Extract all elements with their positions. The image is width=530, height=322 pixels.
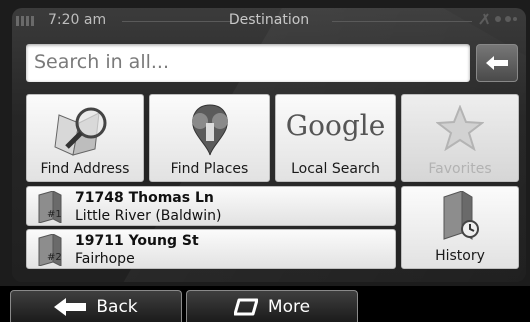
- backspace-arrow-icon: [486, 56, 508, 70]
- more-label: More: [267, 296, 311, 317]
- back-label: Back: [96, 296, 138, 317]
- svg-text:#2: #2: [47, 252, 62, 263]
- find-places-button[interactable]: Find Places: [149, 94, 270, 182]
- history-item[interactable]: #2 19711 Young St Fairhope: [26, 229, 396, 269]
- search-input[interactable]: Search in all...: [26, 44, 470, 82]
- bottom-bar: Back More: [0, 286, 530, 322]
- history-city: Little River (Baldwin): [75, 208, 222, 224]
- places-pin-icon: [191, 104, 228, 156]
- history-street: 71748 Thomas Ln: [75, 190, 214, 206]
- back-button[interactable]: Back: [10, 290, 182, 322]
- local-search-label: Local Search: [291, 161, 380, 177]
- local-search-button[interactable]: Google Local Search: [275, 94, 396, 182]
- history-city: Fairhope: [75, 251, 135, 267]
- back-arrow-icon: [54, 297, 87, 316]
- more-icon: [233, 298, 258, 315]
- destination-panel: 7:20 am Destination Search in all... Fin…: [12, 8, 526, 282]
- favorites-button[interactable]: Favorites: [401, 94, 519, 182]
- find-address-label: Find Address: [40, 161, 130, 177]
- find-places-label: Find Places: [170, 161, 249, 177]
- history-item[interactable]: #1 71748 Thomas Ln Little River (Baldwin…: [26, 186, 396, 226]
- find-address-button[interactable]: Find Address: [26, 94, 144, 182]
- history-street: 19711 Young St: [75, 233, 199, 249]
- screen-title: Destination: [228, 12, 310, 28]
- svg-text:#1: #1: [47, 209, 62, 220]
- screen: 7:20 am Destination Search in all... Fin…: [0, 0, 530, 322]
- history-folder-icon: [443, 191, 479, 240]
- star-icon: [436, 105, 484, 151]
- history-entry-2-icon: #2: [38, 233, 62, 267]
- backspace-button[interactable]: [476, 44, 518, 82]
- gps-signal-icon: [478, 12, 518, 30]
- history-entry-1-icon: #1: [38, 190, 62, 224]
- status-bar: 7:20 am Destination: [12, 8, 526, 34]
- favorites-label: Favorites: [428, 161, 492, 177]
- history-button[interactable]: History: [401, 186, 519, 269]
- google-logo-icon: Google: [285, 109, 386, 142]
- map-magnifier-icon: [54, 107, 107, 156]
- more-button[interactable]: More: [186, 290, 358, 322]
- history-label: History: [435, 248, 485, 264]
